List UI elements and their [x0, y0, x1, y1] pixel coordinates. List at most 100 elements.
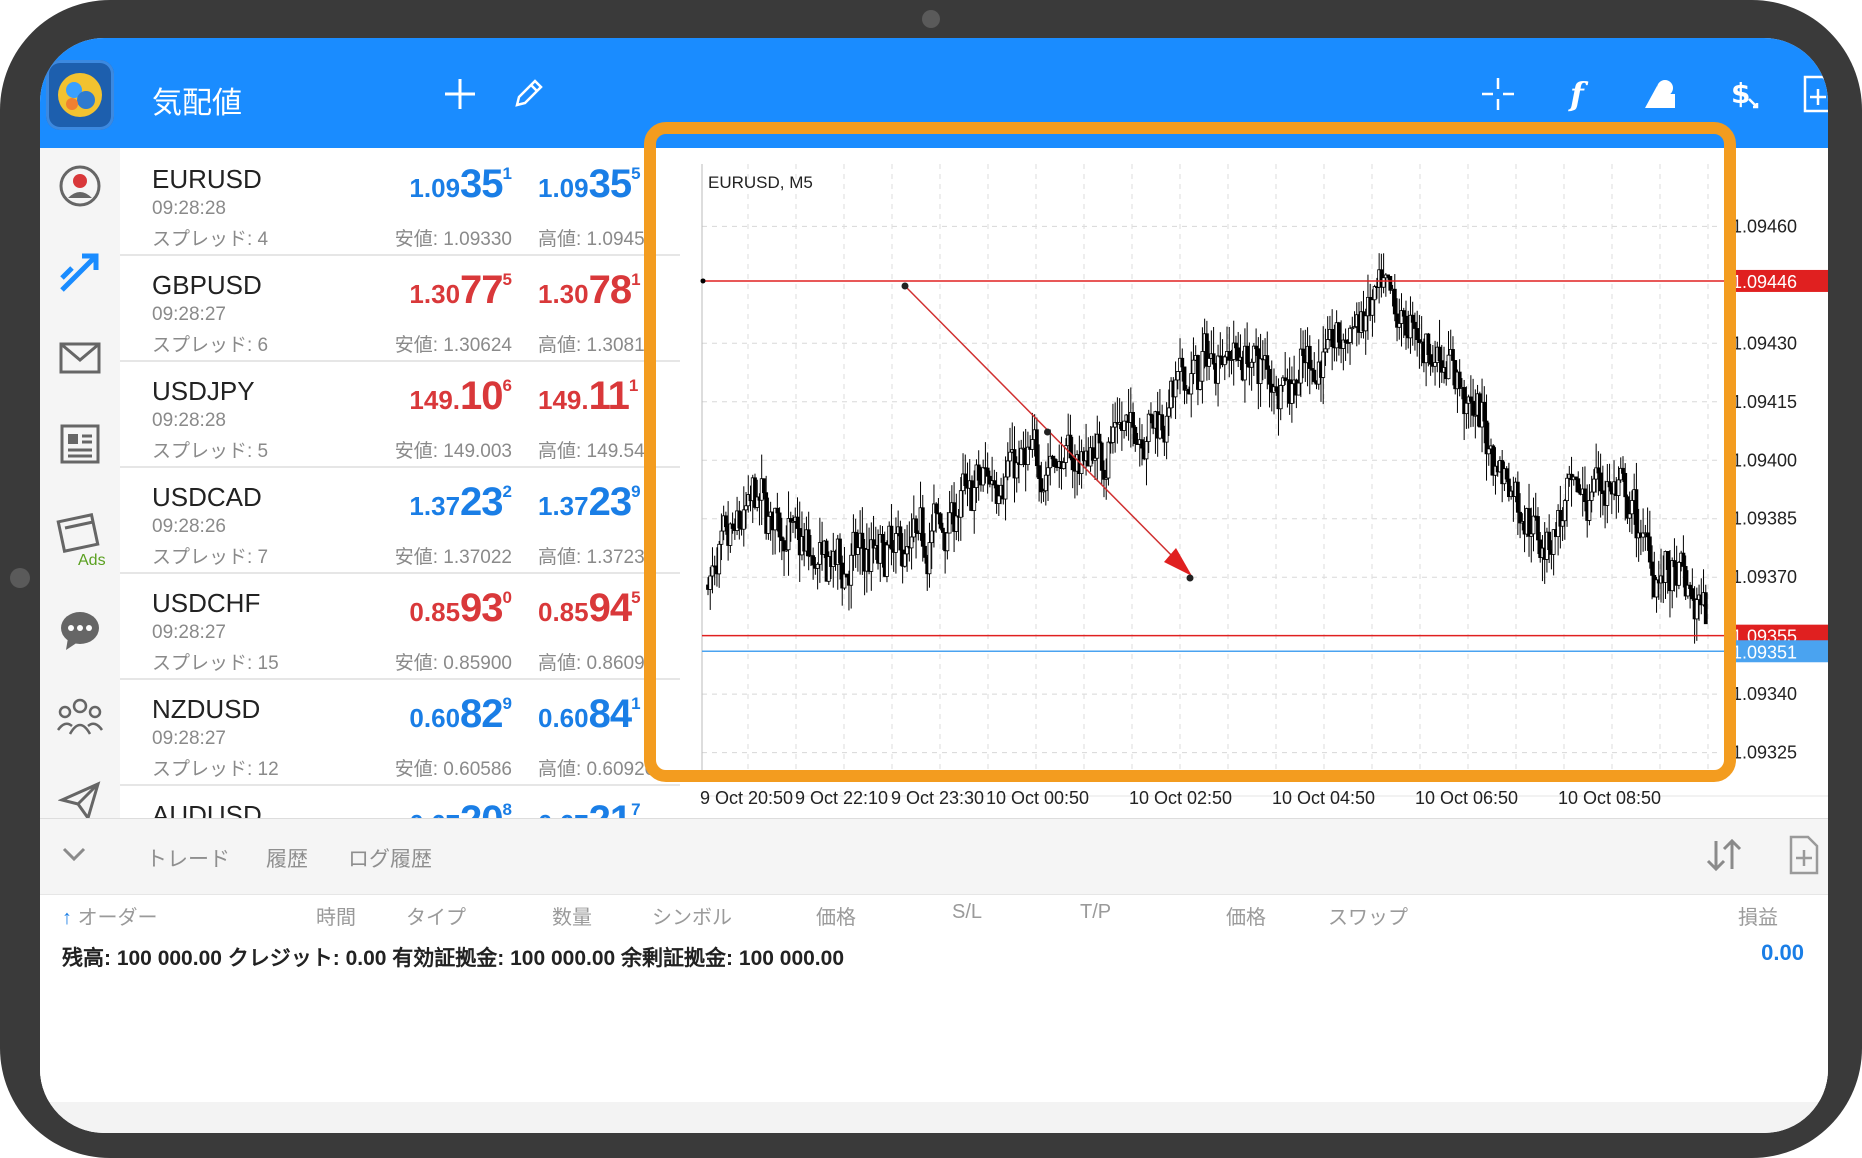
- mail-icon[interactable]: [50, 328, 110, 388]
- time-tick: 10 Oct 02:50: [1129, 788, 1232, 808]
- app-screen: 気配値 f $ Ads EURUSD 09:28:28 スプレッド: 4 1.0…: [40, 38, 1828, 1133]
- candle-body: [1245, 345, 1250, 365]
- candle-body: [1592, 478, 1596, 493]
- candle-body: [996, 495, 1001, 504]
- candle-body: [1433, 362, 1437, 367]
- candle-body: [934, 503, 939, 514]
- quote-row-gbpusd[interactable]: GBPUSD 09:28:27 スプレッド: 6 1.30775 1.30781 安値: …: [120, 254, 680, 362]
- column-header[interactable]: 価格: [1226, 901, 1266, 930]
- column-label: スワップ: [1328, 907, 1408, 929]
- column-header[interactable]: スワップ: [1328, 901, 1408, 930]
- low-price: 安値: 1.09330: [394, 229, 512, 250]
- crosshair-icon[interactable]: [1476, 72, 1520, 116]
- trade-dollar-icon[interactable]: $: [1720, 72, 1764, 116]
- candle-body: [1325, 339, 1330, 350]
- ask-price: 1.30781: [538, 268, 641, 312]
- price-tick: 1.09430: [1732, 333, 1797, 353]
- bid-price: 0.67208: [409, 798, 512, 818]
- quote-row-nzdusd[interactable]: NZDUSD 09:28:27 スプレッド: 12 0.60829 0.60841 安値:…: [120, 678, 680, 786]
- low-price: 安値: 1.30624: [394, 335, 512, 356]
- quote-spread: スプレッド: 5: [152, 441, 269, 462]
- candle-body: [1363, 315, 1368, 332]
- svg-text:$: $: [1731, 77, 1750, 110]
- candle-body: [963, 473, 968, 487]
- candle-body: [1694, 599, 1699, 620]
- candle-body: [929, 530, 934, 544]
- new-document-icon[interactable]: [1796, 72, 1828, 116]
- terminal-tabs: トレード 履歴 ログ履歴: [40, 818, 1828, 895]
- candle-body: [981, 467, 986, 486]
- column-header[interactable]: 数量: [552, 901, 592, 930]
- pencil-icon[interactable]: [506, 72, 550, 116]
- candle-body: [1621, 467, 1625, 474]
- sort-icon[interactable]: [1704, 835, 1744, 880]
- candle-body: [1607, 481, 1612, 488]
- new-order-icon[interactable]: [1788, 835, 1820, 880]
- candle-body: [1289, 383, 1294, 404]
- quotes-icon[interactable]: [50, 156, 110, 216]
- quote-row-usdjpy[interactable]: USDJPY 09:28:28 スプレッド: 5 149.106 149.111 安値: …: [120, 360, 680, 468]
- ask-price: 149.111: [538, 374, 639, 418]
- community-icon[interactable]: [50, 686, 110, 746]
- column-header[interactable]: T/P: [1080, 901, 1111, 924]
- quote-row-audusd[interactable]: AUDUSD 0.67208 0.67217: [120, 784, 680, 818]
- column-header[interactable]: ↑ オーダー: [62, 901, 158, 930]
- candle-body: [1037, 465, 1041, 480]
- column-header[interactable]: シンボル: [652, 901, 732, 930]
- quote-row-usdcad[interactable]: USDCAD 09:28:26 スプレッド: 7 1.37232 1.37239 安値: …: [120, 466, 680, 574]
- column-header[interactable]: S/L: [952, 901, 982, 924]
- candle-body: [775, 507, 780, 514]
- candle-body: [1410, 314, 1415, 323]
- column-label: 損益: [1738, 907, 1778, 929]
- price-chart[interactable]: 1.09460 1.09430 1.09415 1.09400 1.09385 1.093…: [680, 148, 1828, 818]
- candle-body: [1428, 354, 1433, 365]
- candle-body: [838, 538, 842, 564]
- candle-body: [723, 515, 728, 528]
- candle-body: [1388, 275, 1393, 291]
- candle-body: [806, 529, 811, 557]
- plus-icon[interactable]: [438, 72, 482, 116]
- candle-body: [1046, 467, 1050, 476]
- column-header[interactable]: タイプ: [406, 901, 466, 930]
- candle-body: [1034, 429, 1039, 467]
- candle-body: [1392, 288, 1397, 315]
- svg-text:f: f: [1568, 76, 1589, 112]
- ads-calendar-icon[interactable]: Ads: [50, 500, 110, 576]
- candle-body: [920, 507, 925, 547]
- tab-trade[interactable]: トレード: [146, 843, 230, 873]
- price-tick: 1.09460: [1732, 216, 1797, 236]
- column-header[interactable]: 価格: [816, 901, 856, 930]
- candle-body: [1677, 561, 1681, 586]
- column-header[interactable]: 時間: [316, 901, 356, 930]
- chat-icon[interactable]: [50, 600, 110, 660]
- objects-icon[interactable]: [1638, 72, 1682, 116]
- tab-history[interactable]: 履歴: [266, 843, 308, 873]
- chart-area[interactable]: 1.09460 1.09430 1.09415 1.09400 1.09385 1.093…: [680, 148, 1828, 818]
- candle-body: [708, 575, 713, 590]
- candle-body: [1587, 500, 1592, 521]
- news-icon[interactable]: [50, 414, 110, 474]
- indicator-f-icon[interactable]: f: [1556, 72, 1600, 116]
- candle-body: [1003, 476, 1008, 500]
- candle-body: [898, 526, 903, 551]
- quote-spread: スプレッド: 6: [152, 335, 269, 356]
- candle-body: [1381, 277, 1386, 288]
- quote-time: 09:28:27: [152, 622, 226, 643]
- quote-spread: スプレッド: 15: [152, 653, 279, 674]
- candle-body: [1672, 560, 1677, 568]
- price-level-label: 1.09446: [1732, 272, 1797, 292]
- quote-row-usdchf[interactable]: USDCHF 09:28:27 スプレッド: 15 0.85930 0.85945 安値:…: [120, 572, 680, 680]
- time-tick: 10 Oct 04:50: [1272, 788, 1375, 808]
- bid-price: 1.30775: [409, 268, 512, 312]
- column-header[interactable]: 損益: [1738, 901, 1778, 930]
- chart-arrow-icon[interactable]: [50, 242, 110, 302]
- ads-label: Ads: [78, 552, 106, 569]
- app-logo[interactable]: [46, 60, 114, 130]
- quote-row-eurusd[interactable]: EURUSD 09:28:28 スプレッド: 4 1.09351 1.09355 安値: …: [120, 148, 680, 256]
- candle-body: [1437, 346, 1442, 362]
- candle-body: [786, 518, 791, 551]
- time-tick: 10 Oct 08:50: [1558, 788, 1661, 808]
- tab-log-history[interactable]: ログ履歴: [348, 843, 432, 873]
- collapse-chevron-icon[interactable]: [62, 845, 86, 870]
- time-tick: 9 Oct 23:30: [891, 788, 984, 808]
